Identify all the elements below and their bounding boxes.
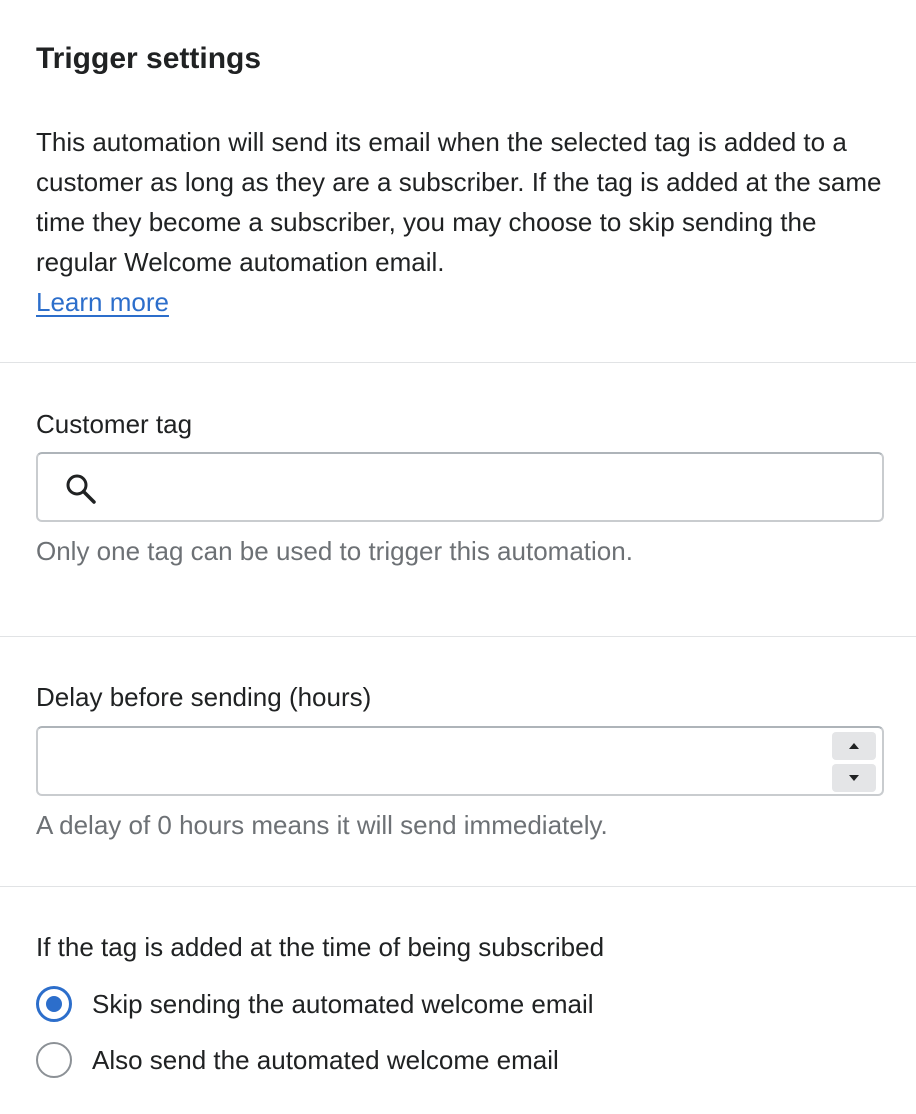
delay-help-text: A delay of 0 hours means it will send im… (36, 810, 608, 840)
trigger-description-text: This automation will send its email when… (36, 127, 882, 277)
radio-label-also-send: Also send the automated welcome email (92, 1045, 559, 1075)
trigger-description: This automation will send its email when… (36, 122, 896, 322)
delay-field[interactable] (36, 726, 884, 796)
subscribed-label: If the tag is added at the time of being… (36, 932, 605, 962)
radio-button-skip[interactable] (36, 986, 72, 1022)
customer-tag-section: Customer tag Only one tag can be used to… (0, 363, 916, 637)
decrement-button[interactable] (832, 764, 876, 792)
radio-label-skip: Skip sending the automated welcome email (92, 989, 594, 1019)
delay-section: Delay before sending (hours) A delay of … (0, 637, 916, 887)
customer-tag-label: Customer tag (36, 409, 193, 439)
delay-input[interactable] (58, 728, 818, 794)
delay-label: Delay before sending (hours) (36, 682, 372, 712)
radio-option-also-send[interactable]: Also send the automated welcome email (36, 1040, 559, 1080)
section-heading: Trigger settings (36, 42, 262, 75)
trigger-settings-section: Trigger settings This automation will se… (0, 0, 916, 363)
caret-down-icon (848, 769, 860, 787)
increment-button[interactable] (832, 732, 876, 760)
customer-tag-help-text: Only one tag can be used to trigger this… (36, 536, 633, 566)
customer-tag-field[interactable] (36, 452, 884, 522)
subscribed-section: If the tag is added at the time of being… (0, 887, 916, 1114)
customer-tag-input[interactable] (114, 454, 866, 520)
caret-up-icon (848, 737, 860, 755)
radio-button-also-send[interactable] (36, 1042, 72, 1078)
search-icon (64, 472, 98, 506)
learn-more-link[interactable]: Learn more (36, 287, 169, 317)
radio-option-skip[interactable]: Skip sending the automated welcome email (36, 984, 594, 1024)
delay-stepper (832, 732, 876, 792)
